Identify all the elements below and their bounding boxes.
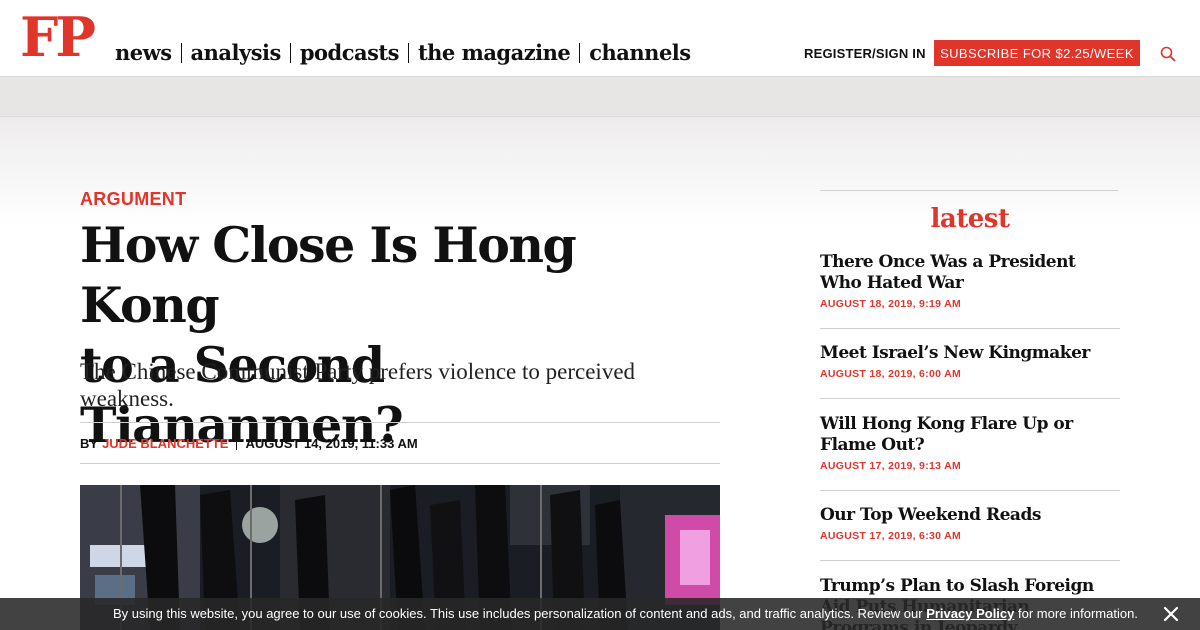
main-nav: news analysis podcasts the magazine chan… <box>115 40 691 65</box>
latest-item[interactable]: There Once Was a President Who Hated War… <box>820 252 1120 329</box>
ad-banner-area <box>0 77 1200 117</box>
latest-item[interactable]: Our Top Weekend Reads AUGUST 17, 2019, 6… <box>820 505 1120 561</box>
privacy-policy-link[interactable]: Privacy Policy <box>926 606 1014 621</box>
latest-item-divider <box>820 490 1120 491</box>
latest-item-title[interactable]: Meet Israel’s New Kingmaker <box>820 343 1120 364</box>
latest-item[interactable]: Meet Israel’s New Kingmaker AUGUST 18, 2… <box>820 343 1120 399</box>
latest-item-title[interactable]: Our Top Weekend Reads <box>820 505 1120 526</box>
article-headline: How Close Is Hong Kong to a Second Tiana… <box>80 215 720 455</box>
subscribe-button[interactable]: SUBSCRIBE FOR $2.25/WEEK <box>934 40 1140 66</box>
nav-divider <box>407 42 409 63</box>
nav-item-news[interactable]: news <box>115 40 172 65</box>
cookie-message: By using this website, you agree to our … <box>113 606 1138 621</box>
nav-item-analysis[interactable]: analysis <box>191 40 282 65</box>
latest-item-title[interactable]: Will Hong Kong Flare Up or Flame Out? <box>820 414 1120 456</box>
byline-by: BY <box>80 435 99 451</box>
latest-item-date: AUGUST 18, 2019, 9:19 AM <box>820 298 962 310</box>
article-dek: The Chinese Communist Party prefers viol… <box>80 359 636 411</box>
author-link[interactable]: JUDE BLANCHETTE <box>102 436 228 451</box>
latest-item[interactable]: Will Hong Kong Flare Up or Flame Out? AU… <box>820 414 1120 491</box>
latest-item-divider <box>820 398 1120 399</box>
latest-item-divider <box>820 328 1120 329</box>
byline-divider <box>236 436 238 450</box>
sidebar-top-rule <box>820 190 1118 191</box>
latest-item-date: AUGUST 17, 2019, 6:30 AM <box>820 530 962 542</box>
latest-item-date: AUGUST 17, 2019, 9:13 AM <box>820 460 962 472</box>
site-header: FP news analysis podcasts the magazine c… <box>0 0 1200 77</box>
cookie-text-end: for more information. <box>1014 606 1138 621</box>
nav-item-the-magazine[interactable]: the magazine <box>418 40 571 65</box>
headline-line: How Close Is Hong Kong <box>80 216 577 334</box>
register-sign-in-link[interactable]: REGISTER/SIGN IN <box>804 46 926 61</box>
latest-item-divider <box>820 560 1120 561</box>
nav-item-podcasts[interactable]: podcasts <box>300 40 400 65</box>
cookie-banner: By using this website, you agree to our … <box>0 598 1200 630</box>
sidebar-title: latest <box>930 204 1010 234</box>
latest-item-title[interactable]: There Once Was a President Who Hated War <box>820 252 1120 294</box>
nav-divider <box>289 42 291 63</box>
search-icon[interactable] <box>1160 46 1176 62</box>
nav-divider <box>579 42 581 63</box>
nav-item-channels[interactable]: channels <box>589 40 691 65</box>
latest-item-date: AUGUST 18, 2019, 6:00 AM <box>820 368 962 380</box>
publish-date: AUGUST 14, 2019, 11:33 AM <box>245 435 418 451</box>
byline: BY JUDE BLANCHETTE AUGUST 14, 2019, 11:3… <box>80 422 720 464</box>
nav-divider <box>180 42 182 63</box>
site-logo[interactable]: FP <box>20 10 96 64</box>
close-icon[interactable] <box>1161 604 1181 624</box>
cookie-text: By using this website, you agree to our … <box>113 606 927 621</box>
article-category[interactable]: ARGUMENT <box>80 189 186 210</box>
